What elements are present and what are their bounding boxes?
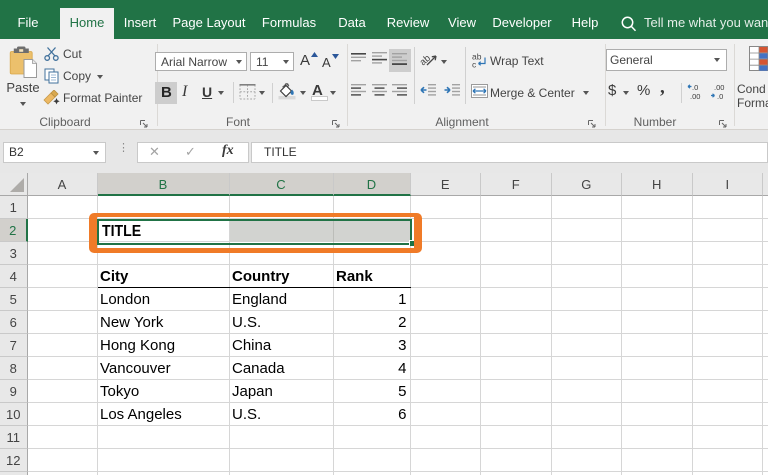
- svg-text:.0: .0: [717, 92, 723, 100]
- svg-text:.0: .0: [692, 83, 698, 92]
- svg-text:.00: .00: [714, 83, 724, 92]
- svg-text:.00: .00: [690, 92, 700, 100]
